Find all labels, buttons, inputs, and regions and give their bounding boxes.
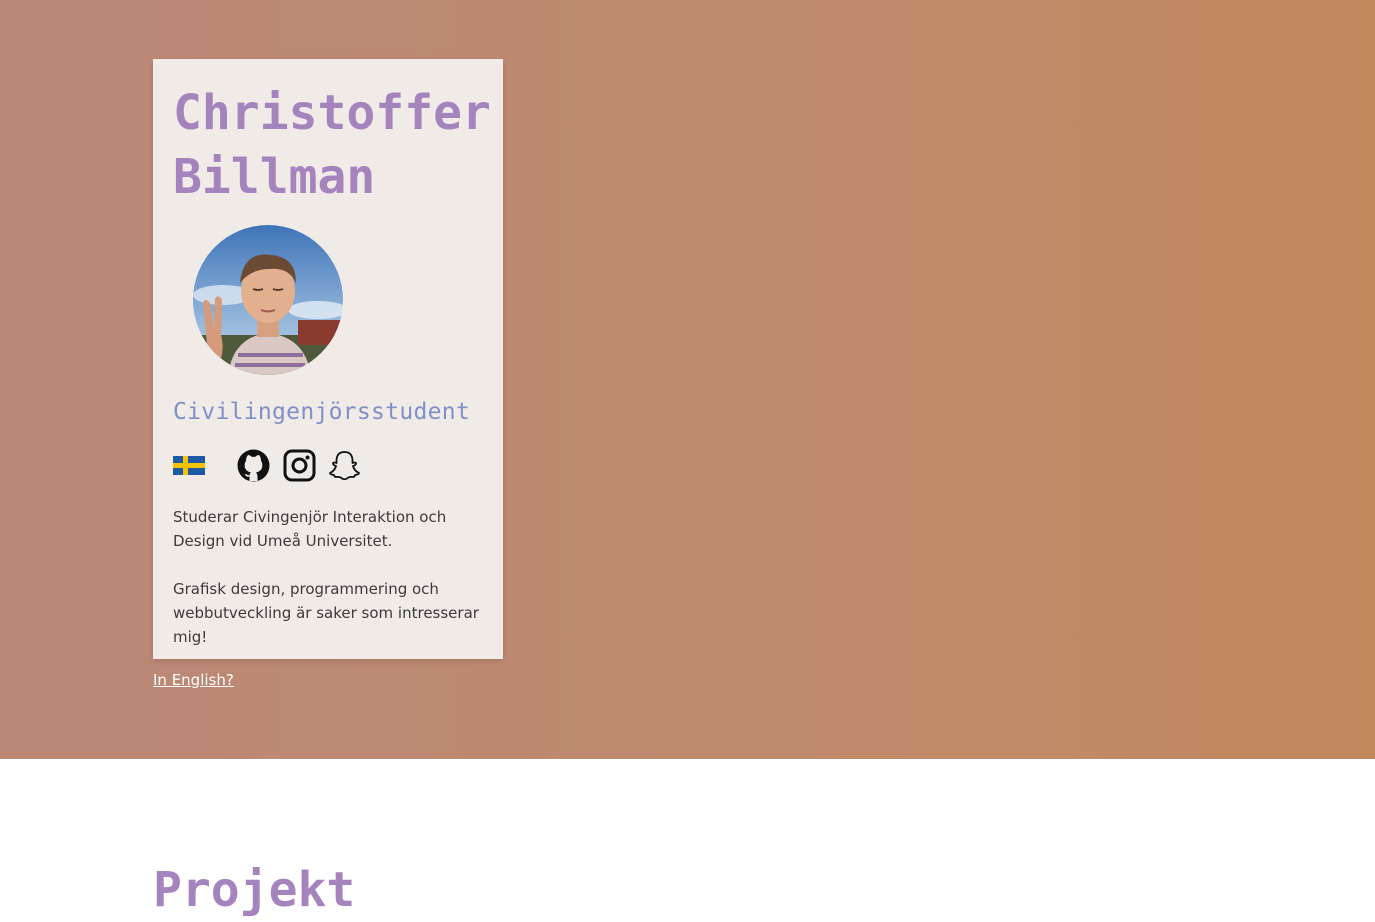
swedish-flag-icon[interactable] xyxy=(173,456,205,475)
in-english-link[interactable]: In English? xyxy=(153,671,234,689)
github-icon[interactable] xyxy=(237,449,270,482)
first-name: Christoffer xyxy=(173,85,491,141)
role-title: Civilingenjörsstudent xyxy=(173,399,471,425)
snapchat-icon[interactable] xyxy=(328,449,361,482)
profile-name: Christoffer Billman xyxy=(173,81,503,209)
last-name: Billman xyxy=(173,149,376,205)
instagram-icon[interactable] xyxy=(283,449,316,482)
profile-card: Christoffer Billman Civilingenjörsstuden… xyxy=(153,59,503,659)
profile-description: Studerar Civingenjör Interaktion och Des… xyxy=(173,505,483,659)
description-paragraph: Studerar Civingenjör Interaktion och Des… xyxy=(173,508,447,550)
description-paragraph: Grafisk design, programmering och webbut… xyxy=(173,580,479,646)
projects-heading: Projekt xyxy=(153,862,356,918)
hero-section: Christoffer Billman Civilingenjörsstuden… xyxy=(0,0,1375,759)
avatar xyxy=(193,225,343,375)
